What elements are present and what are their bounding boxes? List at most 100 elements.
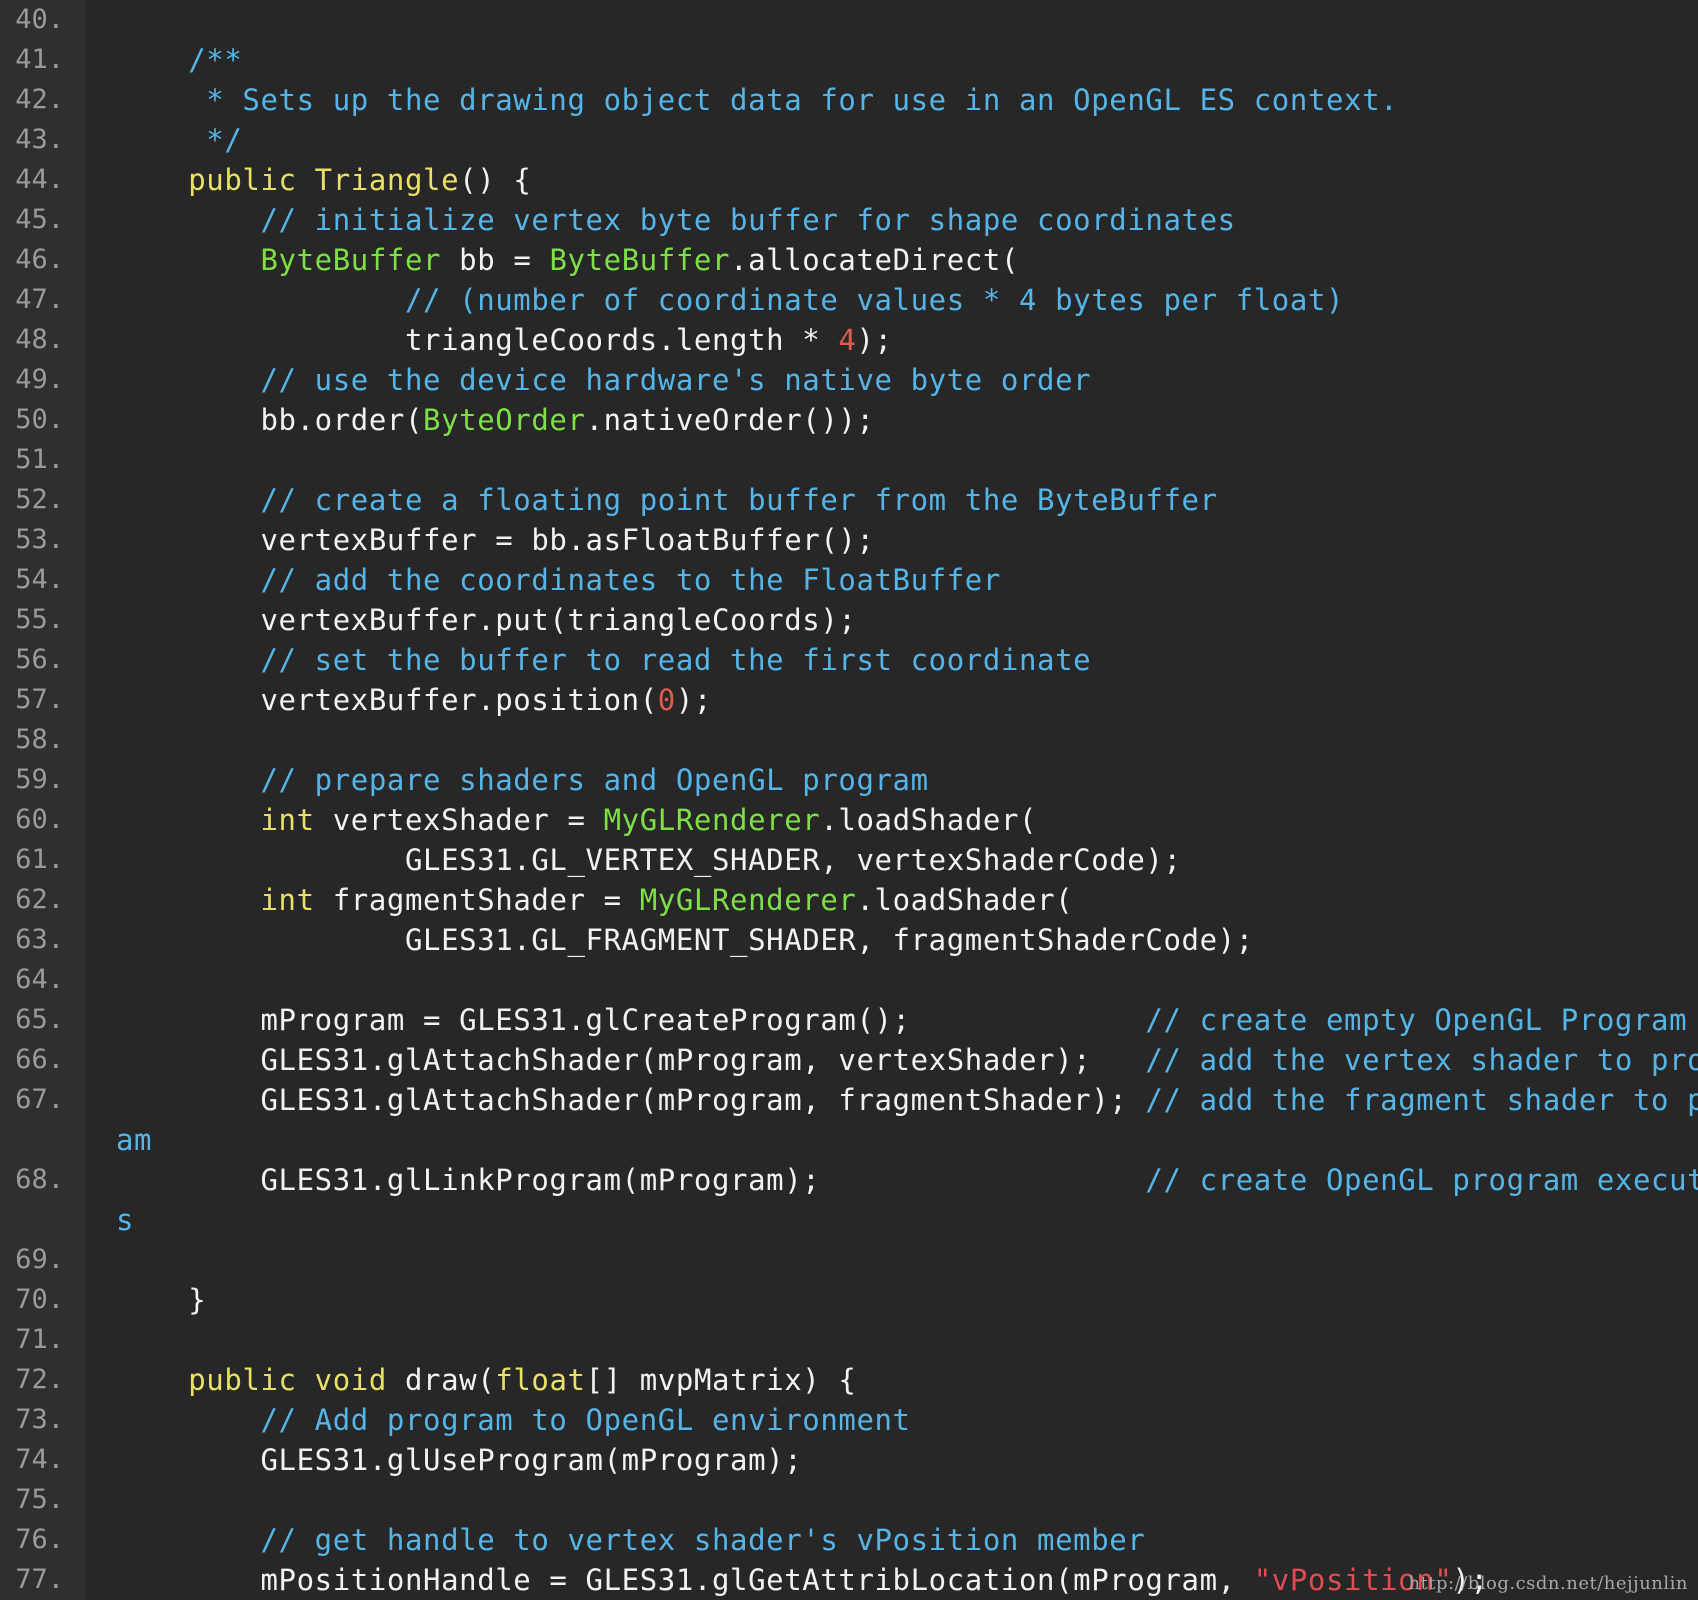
code-line[interactable]: 75. <box>0 1480 1698 1520</box>
code-line[interactable]: 47. // (number of coordinate values * 4 … <box>0 280 1698 320</box>
line-code: ByteBuffer bb = ByteBuffer.allocateDirec… <box>116 240 1019 280</box>
code-line[interactable]: 72. public void draw(float[] mvpMatrix) … <box>0 1360 1698 1400</box>
code-token: // add the vertex shader to program <box>1145 1043 1698 1077</box>
code-line[interactable]: 45. // initialize vertex byte buffer for… <box>0 200 1698 240</box>
code-line[interactable]: 66. GLES31.glAttachShader(mProgram, vert… <box>0 1040 1698 1080</box>
code-line[interactable]: 64. <box>0 960 1698 1000</box>
line-code: int fragmentShader = MyGLRenderer.loadSh… <box>116 880 1073 920</box>
code-line-wrap[interactable]: am <box>0 1120 1698 1160</box>
code-line[interactable]: 52. // create a floating point buffer fr… <box>0 480 1698 520</box>
line-number: 54. <box>15 564 64 595</box>
code-token: // prepare shaders and OpenGL program <box>116 763 929 797</box>
code-line[interactable]: 42. * Sets up the drawing object data fo… <box>0 80 1698 120</box>
code-token: GLES31.glUseProgram(mProgram); <box>116 1443 803 1477</box>
code-line[interactable]: 74. GLES31.glUseProgram(mProgram); <box>0 1440 1698 1480</box>
code-line-wrap[interactable]: s <box>0 1200 1698 1240</box>
line-number: 56. <box>15 644 64 675</box>
code-token: bb = <box>441 243 550 277</box>
code-token: bb.order( <box>116 403 424 437</box>
code-token: int <box>260 803 315 837</box>
code-token: am <box>116 1123 153 1157</box>
code-line[interactable]: 40. <box>0 0 1698 40</box>
code-line[interactable]: 63. GLES31.GL_FRAGMENT_SHADER, fragmentS… <box>0 920 1698 960</box>
code-line[interactable]: 69. <box>0 1240 1698 1280</box>
line-number: 40. <box>15 4 64 35</box>
line-code: GLES31.glLinkProgram(mProgram); // creat… <box>116 1160 1698 1200</box>
line-code: // create a floating point buffer from t… <box>116 480 1218 520</box>
line-code: vertexBuffer = bb.asFloatBuffer(); <box>116 520 875 560</box>
line-number: 44. <box>15 164 64 195</box>
code-line[interactable]: 65. mProgram = GLES31.glCreateProgram();… <box>0 1000 1698 1040</box>
code-token: () { <box>459 163 532 197</box>
code-token: vertexShader = <box>314 803 604 837</box>
code-editor[interactable]: 40. 41. /** 42. * Sets up the drawing obje… <box>0 0 1698 1600</box>
code-token: 4 <box>838 323 857 357</box>
line-code: triangleCoords.length * 4); <box>116 320 893 360</box>
code-line[interactable]: 43. */ <box>0 120 1698 160</box>
line-code: s <box>116 1200 134 1240</box>
code-token: // set the buffer to read the first coor… <box>116 643 1092 677</box>
code-token: // create OpenGL program executable <box>1145 1163 1698 1197</box>
code-line[interactable]: 71. <box>0 1320 1698 1360</box>
code-line[interactable]: 70. } <box>0 1280 1698 1320</box>
line-code: public void draw(float[] mvpMatrix) { <box>116 1360 857 1400</box>
code-line[interactable]: 73. // Add program to OpenGL environment <box>0 1400 1698 1440</box>
code-line[interactable]: 55. vertexBuffer.put(triangleCoords); <box>0 600 1698 640</box>
line-code: // use the device hardware's native byte… <box>116 360 1091 400</box>
code-line[interactable]: 56. // set the buffer to read the first … <box>0 640 1698 680</box>
watermark: http://blog.csdn.net/hejjunlin <box>1408 1573 1688 1594</box>
line-code: // prepare shaders and OpenGL program <box>116 760 929 800</box>
code-token: public <box>188 1363 297 1397</box>
code-line[interactable]: 48. triangleCoords.length * 4); <box>0 320 1698 360</box>
line-code: mPositionHandle = GLES31.glGetAttribLoca… <box>116 1560 1489 1600</box>
code-line[interactable]: 46. ByteBuffer bb = ByteBuffer.allocateD… <box>0 240 1698 280</box>
code-line[interactable]: 67. GLES31.glAttachShader(mProgram, frag… <box>0 1080 1698 1120</box>
code-token: mPositionHandle = GLES31.glGetAttribLoca… <box>116 1563 1254 1597</box>
code-token: ByteBuffer <box>549 243 731 277</box>
line-number: 63. <box>15 924 64 955</box>
code-token: [] mvpMatrix) { <box>585 1363 857 1397</box>
code-line[interactable]: 44. public Triangle() { <box>0 160 1698 200</box>
code-line[interactable]: 49. // use the device hardware's native … <box>0 360 1698 400</box>
code-line[interactable]: 59. // prepare shaders and OpenGL progra… <box>0 760 1698 800</box>
code-line[interactable]: 76. // get handle to vertex shader's vPo… <box>0 1520 1698 1560</box>
code-token: .loadShader( <box>820 803 1038 837</box>
line-number: 73. <box>15 1404 64 1435</box>
code-line[interactable]: 41. /** <box>0 40 1698 80</box>
code-token: .allocateDirect( <box>730 243 1020 277</box>
code-token: ); <box>856 323 893 357</box>
code-line[interactable]: 61. GLES31.GL_VERTEX_SHADER, vertexShade… <box>0 840 1698 880</box>
line-number: 42. <box>15 84 64 115</box>
code-line[interactable]: 51. <box>0 440 1698 480</box>
code-token: MyGLRenderer <box>639 883 857 917</box>
code-token: // create a floating point buffer from t… <box>116 483 1218 517</box>
code-token: // use the device hardware's native byte… <box>116 363 1092 397</box>
line-code: GLES31.glAttachShader(mProgram, vertexSh… <box>116 1040 1698 1080</box>
line-number: 43. <box>15 124 64 155</box>
code-token: GLES31.GL_FRAGMENT_SHADER, fragmentShade… <box>116 923 1254 957</box>
code-line[interactable]: 53. vertexBuffer = bb.asFloatBuffer(); <box>0 520 1698 560</box>
code-line[interactable]: 68. GLES31.glLinkProgram(mProgram); // c… <box>0 1160 1698 1200</box>
line-code: } <box>116 1280 206 1320</box>
line-code: GLES31.glAttachShader(mProgram, fragment… <box>116 1080 1698 1120</box>
line-code: // get handle to vertex shader's vPositi… <box>116 1520 1145 1560</box>
code-token: // (number of coordinate values * 4 byte… <box>116 283 1345 317</box>
code-line[interactable]: 57. vertexBuffer.position(0); <box>0 680 1698 720</box>
code-token: MyGLRenderer <box>603 803 821 837</box>
line-code: bb.order(ByteOrder.nativeOrder()); <box>116 400 875 440</box>
code-token: vertexBuffer.put(triangleCoords); <box>116 603 857 637</box>
line-number: 41. <box>15 44 64 75</box>
code-line[interactable]: 60. int vertexShader = MyGLRenderer.load… <box>0 800 1698 840</box>
code-line[interactable]: 62. int fragmentShader = MyGLRenderer.lo… <box>0 880 1698 920</box>
line-code: public Triangle() { <box>116 160 531 200</box>
code-token: float <box>495 1363 586 1397</box>
code-lines: 40. 41. /** 42. * Sets up the drawing obje… <box>0 0 1698 1600</box>
line-number: 58. <box>15 724 64 755</box>
code-line[interactable]: 54. // add the coordinates to the FloatB… <box>0 560 1698 600</box>
code-line[interactable]: 58. <box>0 720 1698 760</box>
code-token: } <box>116 1283 207 1317</box>
code-line[interactable]: 50. bb.order(ByteOrder.nativeOrder()); <box>0 400 1698 440</box>
